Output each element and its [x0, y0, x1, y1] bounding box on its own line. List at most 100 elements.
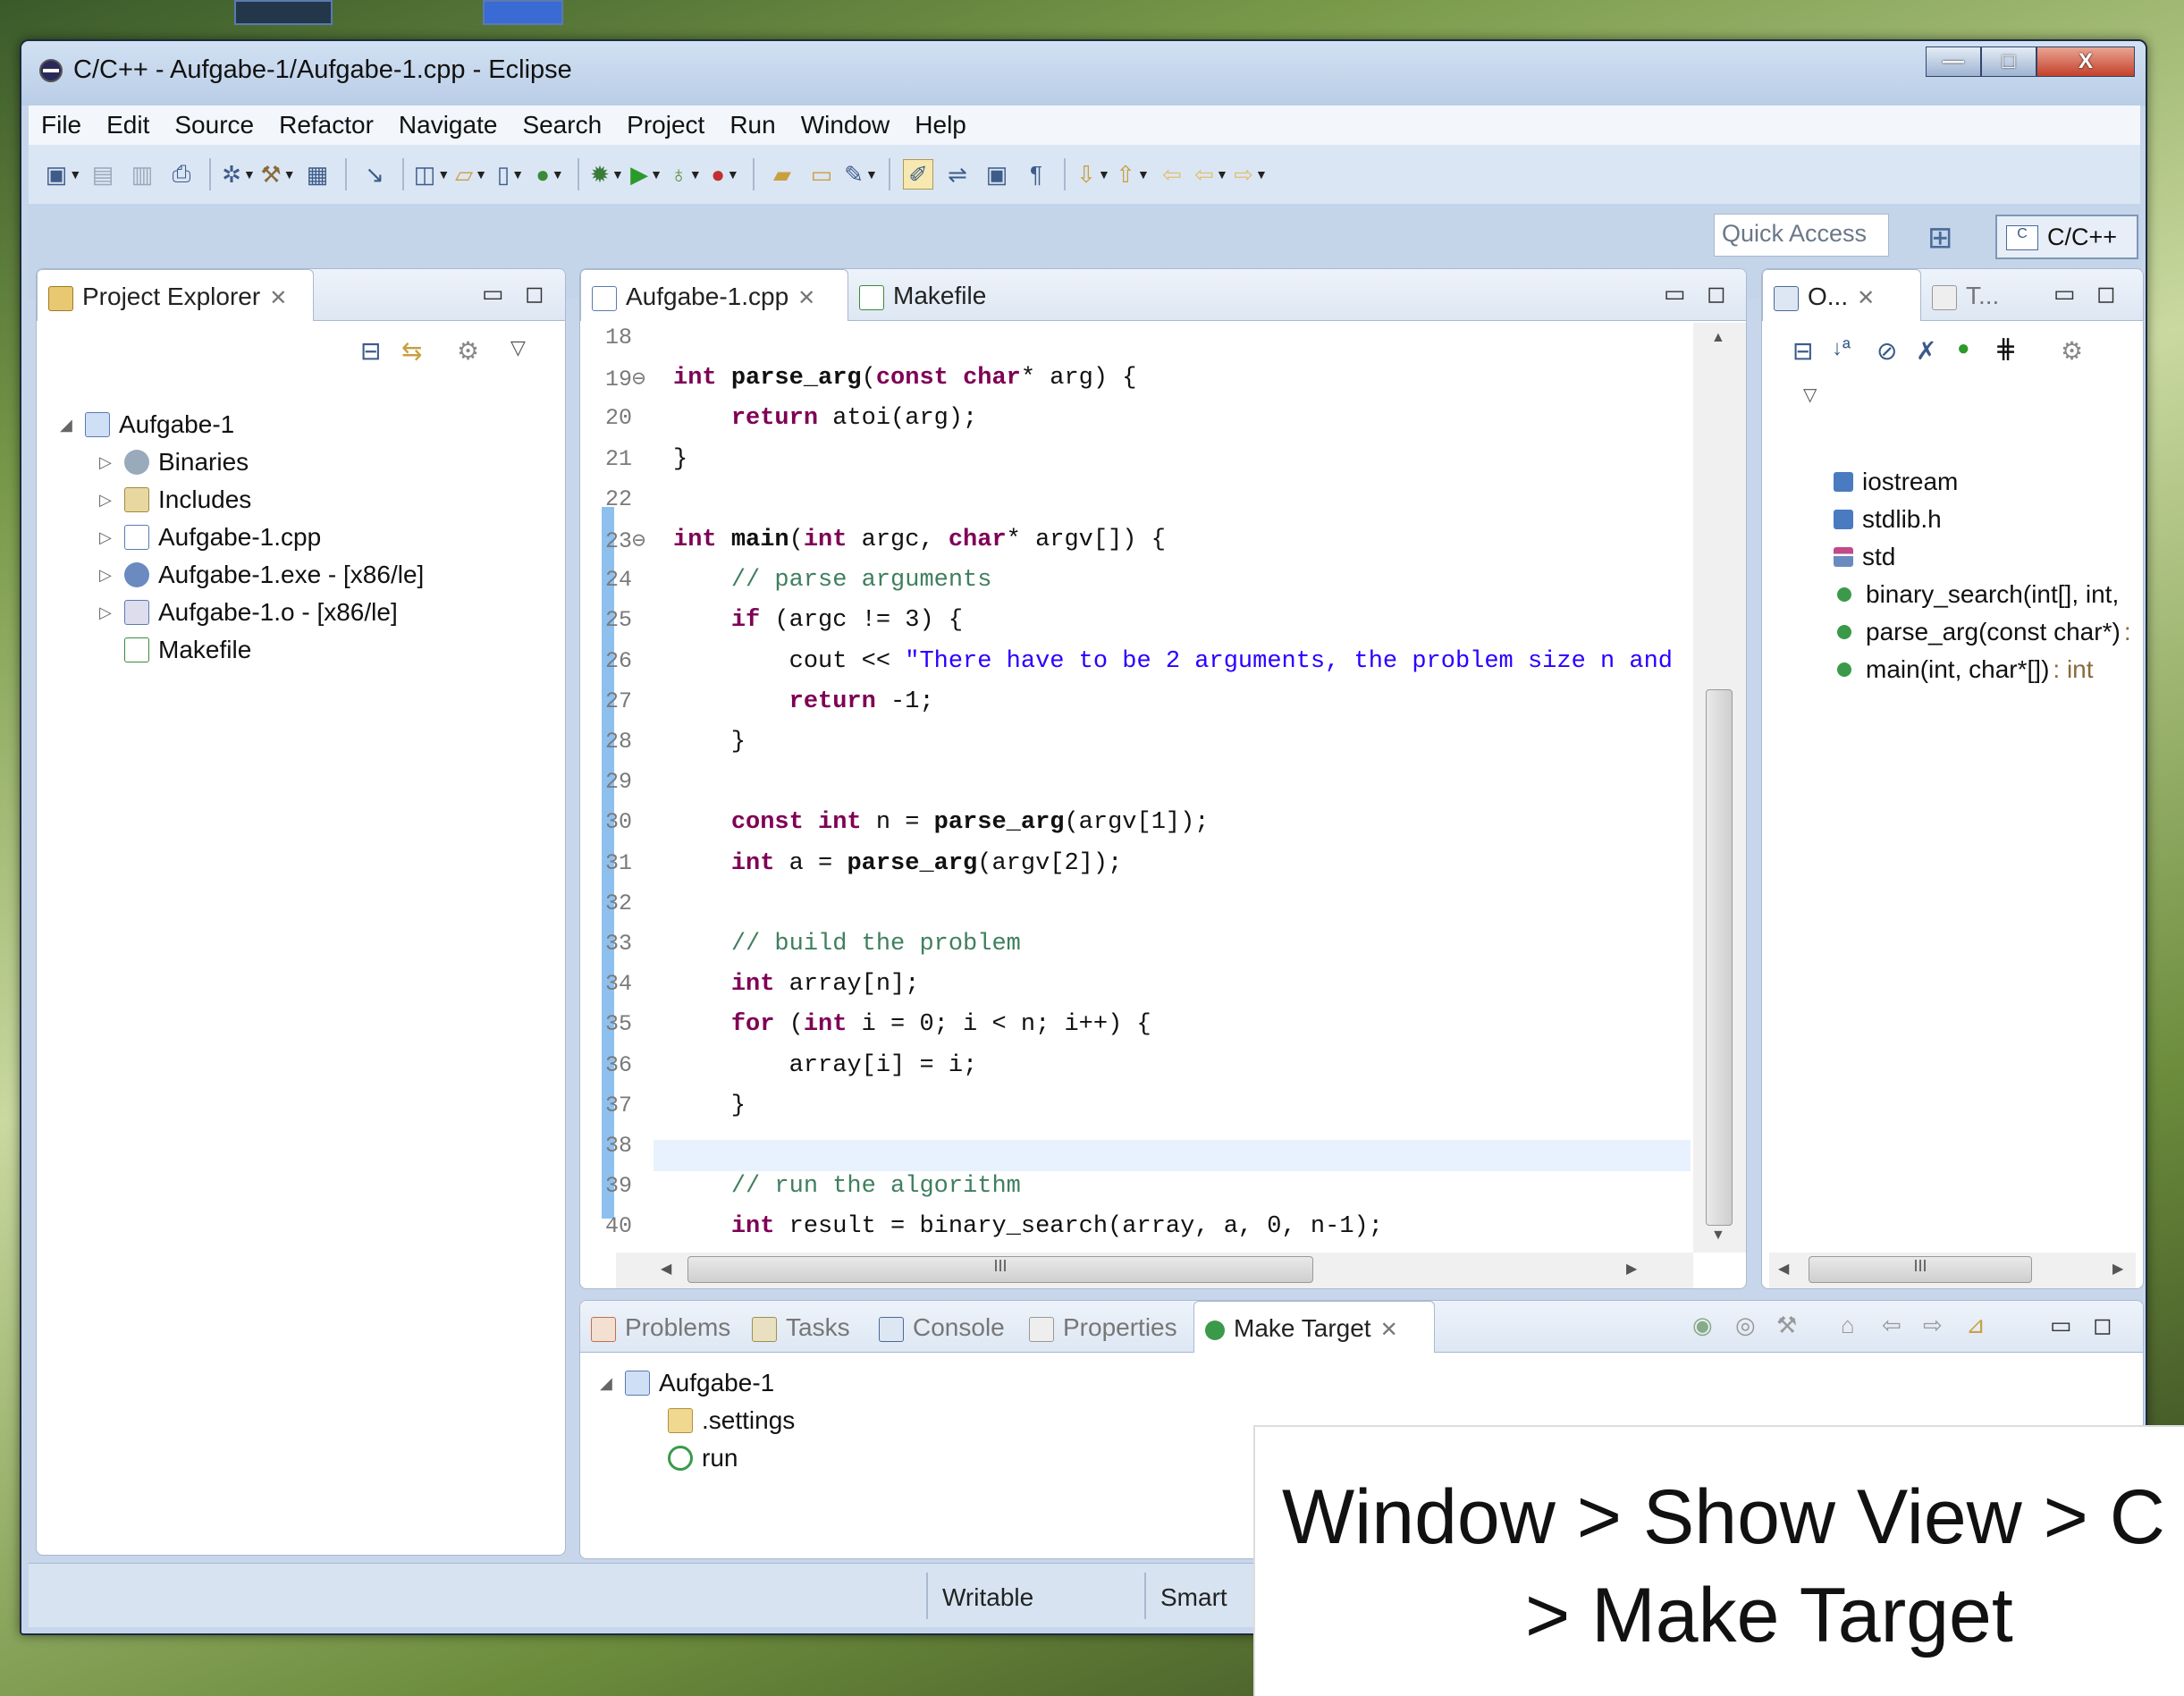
new-folder-icon[interactable]: ▱ ▼ [455, 159, 487, 190]
scroll-left-icon[interactable]: ◀ [1778, 1260, 1789, 1278]
forward-icon[interactable]: ⇨ [1923, 1312, 1943, 1339]
close-icon[interactable]: ✕ [269, 286, 287, 310]
horizontal-scroll-thumb[interactable]: III [1809, 1256, 2032, 1283]
run-icon[interactable]: ▶ ▼ [630, 159, 662, 190]
outline-horizontal-scrollbar[interactable]: ◀ III ▶ [1769, 1253, 2136, 1288]
scroll-up-icon[interactable]: ▲ [1711, 330, 1725, 346]
tab-console[interactable]: Console [868, 1301, 1018, 1353]
sort-icon[interactable]: ↓ª [1832, 336, 1851, 361]
maximize-icon[interactable]: ◻ [2093, 1312, 2112, 1339]
tree-item-source-file[interactable]: ▷ Aufgabe-1.cpp [99, 523, 321, 552]
view-menu-icon[interactable]: ⚙ [457, 336, 479, 366]
previous-annotation-icon[interactable]: ⇧ ▼ [1116, 159, 1150, 190]
open-perspective-icon[interactable]: ⊞ [1927, 220, 1953, 256]
scroll-down-icon[interactable]: ▼ [1711, 1228, 1725, 1244]
binary-icon[interactable]: ▦ [302, 159, 333, 190]
maximize-button[interactable]: □ [1981, 46, 2036, 77]
make-target-item-settings[interactable]: .settings [668, 1406, 795, 1435]
toggle-mark-occurrences-icon[interactable]: ✐ [903, 159, 933, 190]
taskbar-thumbnail[interactable] [483, 0, 563, 25]
chevron-down-icon[interactable]: ▽ [510, 336, 526, 359]
maximize-icon[interactable]: ◻ [2096, 280, 2116, 308]
open-element-icon[interactable]: ▭ [806, 159, 837, 190]
hide-fields-icon[interactable]: ⊘ [1876, 336, 1897, 366]
link-with-editor-icon[interactable]: ⇆ [401, 336, 422, 366]
make-target-item-run[interactable]: run [668, 1444, 738, 1472]
build-target-icon[interactable]: ◉ [1692, 1312, 1713, 1339]
collapse-all-icon[interactable]: ⊟ [1792, 336, 1813, 366]
build-hammer-icon[interactable]: ⚒ ▼ [260, 159, 295, 190]
tab-make-target[interactable]: Make Target ✕ [1193, 1301, 1435, 1353]
vertical-scrollbar[interactable]: ▲ ▼ [1693, 323, 1746, 1253]
new-project-icon[interactable]: ◫ ▼ [414, 159, 450, 190]
minimize-icon[interactable]: ▭ [482, 280, 504, 308]
menu-edit[interactable]: Edit [94, 111, 162, 139]
tab-project-explorer[interactable]: Project Explorer ✕ [37, 269, 314, 321]
collapsed-triangle-icon[interactable]: ▷ [99, 528, 124, 547]
maximize-icon[interactable]: ◻ [1707, 280, 1726, 308]
horizontal-scrollbar[interactable]: ◀ III ▶ [616, 1253, 1693, 1288]
tree-root-aufgabe-1[interactable]: ◢ Aufgabe-1 [60, 410, 234, 439]
new-target-icon[interactable]: ◎ [1735, 1312, 1756, 1339]
collapse-all-icon[interactable]: ⊟ [360, 336, 381, 366]
last-edit-location-icon[interactable]: ⇦ [1157, 159, 1187, 190]
tree-item-binaries[interactable]: ▷ Binaries [99, 448, 249, 477]
tab-aufgabe-1-cpp[interactable]: Aufgabe-1.cpp ✕ [580, 269, 848, 321]
new-icon[interactable]: ▣ ▼ [46, 159, 81, 190]
maximize-icon[interactable]: ◻ [525, 280, 544, 308]
new-file-icon[interactable]: ▯ ▼ [495, 159, 526, 190]
tab-makefile[interactable]: Makefile [848, 269, 1027, 321]
tree-item-makefile[interactable]: Makefile [124, 636, 251, 664]
collapsed-triangle-icon[interactable]: ▷ [99, 453, 124, 472]
hide-static-icon[interactable]: ✗ [1916, 336, 1936, 366]
back-icon[interactable]: ⇦ [1882, 1312, 1902, 1339]
menu-run[interactable]: Run [717, 111, 788, 139]
menu-refactor[interactable]: Refactor [266, 111, 386, 139]
print-icon[interactable]: ⎙ [166, 159, 197, 190]
back-icon[interactable]: ⇦ ▼ [1194, 159, 1228, 190]
chevron-down-icon[interactable]: ▽ [1803, 384, 1817, 406]
menu-search[interactable]: Search [510, 111, 614, 139]
build-settings-icon[interactable]: ✲ ▼ [222, 159, 256, 190]
expanded-triangle-icon[interactable]: ◢ [60, 416, 85, 435]
save-icon[interactable]: ▤ [88, 159, 118, 190]
quick-access-input[interactable]: Quick Access [1714, 214, 1889, 257]
edit-target-icon[interactable]: ⚒ [1776, 1312, 1797, 1339]
collapsed-triangle-icon[interactable]: ▷ [99, 566, 124, 585]
tree-item-object-file[interactable]: ▷ Aufgabe-1.o - [x86/le] [99, 598, 398, 627]
outline-item-namespace[interactable]: std [1834, 543, 1895, 571]
close-icon[interactable]: ✕ [797, 286, 815, 310]
toggle-word-wrap-icon[interactable]: ⇌ [942, 159, 973, 190]
taskbar-thumbnail[interactable] [234, 0, 333, 25]
search-icon[interactable]: ✎ ▼ [844, 159, 878, 190]
menu-source[interactable]: Source [162, 111, 266, 139]
tab-properties[interactable]: Properties [1018, 1301, 1193, 1353]
home-icon[interactable]: ⌂ [1841, 1312, 1855, 1339]
profile-icon[interactable]: ♁ ▼ [670, 159, 701, 190]
tab-task-list[interactable]: T... [1921, 269, 2020, 321]
tab-problems[interactable]: Problems [580, 1301, 741, 1353]
code-area[interactable]: 18 19⊖ int parse_arg(const char* arg) {20 … [580, 323, 1693, 1253]
next-annotation-icon[interactable]: ⇩ ▼ [1076, 159, 1110, 190]
tree-item-exe[interactable]: ▷ Aufgabe-1.exe - [x86/le] [99, 561, 424, 589]
tab-outline[interactable]: O... ✕ [1762, 269, 1921, 321]
outline-item-function[interactable]: binary_search(int[], int, [1834, 580, 2119, 609]
close-button[interactable]: X [2036, 46, 2135, 77]
minimize-button[interactable]: — [1926, 46, 1981, 77]
horizontal-scroll-thumb[interactable]: III [687, 1256, 1313, 1283]
view-menu-icon[interactable]: ⚙ [2061, 336, 2083, 366]
outline-item-include[interactable]: stdlib.h [1834, 505, 1942, 534]
vertical-scroll-thumb[interactable] [1706, 689, 1733, 1226]
minimize-icon[interactable]: ▭ [2050, 1312, 2072, 1339]
menu-navigate[interactable]: Navigate [386, 111, 510, 139]
tree-item-includes[interactable]: ▷ Includes [99, 485, 251, 514]
scroll-left-icon[interactable]: ◀ [661, 1260, 671, 1278]
filter-icon[interactable]: ⊿ [1966, 1312, 1986, 1339]
hide-macros-icon[interactable]: ⋕ [1994, 333, 2017, 365]
external-tools-icon[interactable]: ● ▼ [710, 159, 740, 190]
scroll-right-icon[interactable]: ▶ [1626, 1260, 1637, 1278]
scroll-right-icon[interactable]: ▶ [2112, 1260, 2123, 1278]
show-whitespace-icon[interactable]: ¶ [1021, 159, 1051, 190]
close-icon[interactable]: ✕ [1380, 1318, 1398, 1342]
perspective-button[interactable]: C C/C++ [1995, 215, 2138, 259]
